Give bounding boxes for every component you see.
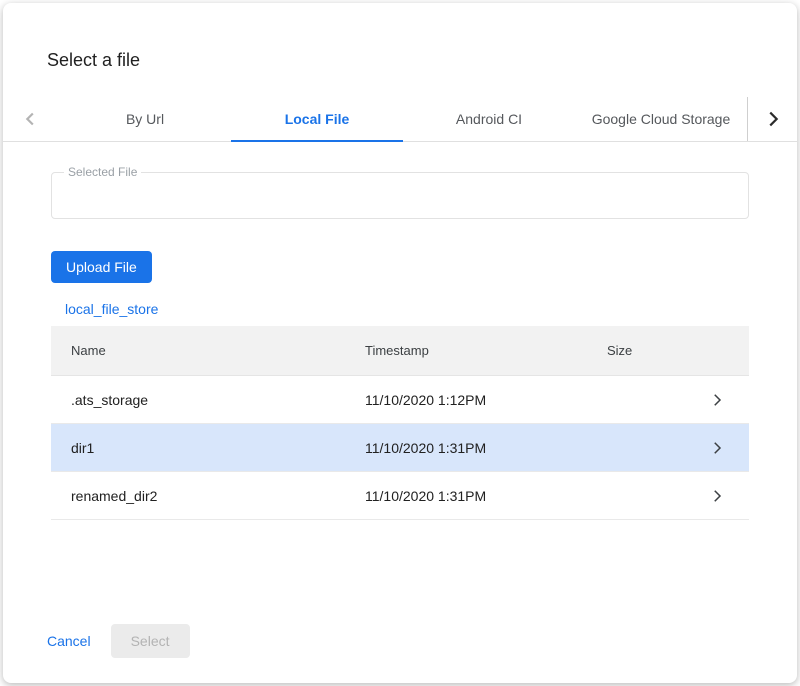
- selected-file-label: Selected File: [64, 165, 141, 179]
- page-title: Select a file: [47, 50, 753, 71]
- chevron-left-icon: [20, 108, 42, 130]
- select-file-dialog: Select a file By Url Local File Android …: [3, 3, 797, 683]
- tab-local-file[interactable]: Local File: [231, 97, 403, 141]
- chevron-right-icon: [762, 108, 784, 130]
- tab-label: Google Cloud Storage: [592, 111, 731, 127]
- column-header-name: Name: [51, 343, 365, 358]
- tab-android-ci[interactable]: Android CI: [403, 97, 575, 141]
- upload-file-button[interactable]: Upload File: [51, 251, 152, 283]
- select-button[interactable]: Select: [111, 624, 190, 658]
- file-timestamp: 11/10/2020 1:31PM: [365, 488, 607, 504]
- tab-google-cloud-storage[interactable]: Google Cloud Storage: [575, 97, 747, 141]
- file-name: renamed_dir2: [51, 488, 365, 504]
- file-name: .ats_storage: [51, 392, 365, 408]
- tabs-scroll-right-button[interactable]: [747, 97, 797, 141]
- table-row-dir1[interactable]: dir1 11/10/2020 1:31PM: [51, 424, 749, 472]
- selected-file-input[interactable]: [52, 173, 748, 218]
- tab-bar: By Url Local File Android CI Google Clou…: [3, 97, 797, 142]
- table-row-ats-storage[interactable]: .ats_storage 11/10/2020 1:12PM: [51, 376, 749, 424]
- selected-file-field: Selected File: [51, 172, 749, 219]
- column-header-size: Size: [607, 343, 685, 358]
- file-table: Name Timestamp Size .ats_storage 11/10/2…: [51, 326, 749, 520]
- tab-label: By Url: [126, 111, 164, 127]
- file-timestamp: 11/10/2020 1:31PM: [365, 440, 607, 456]
- tab-label: Android CI: [456, 111, 522, 127]
- tab-label: Local File: [285, 111, 350, 127]
- chevron-right-icon: [708, 439, 726, 457]
- tab-by-url[interactable]: By Url: [59, 97, 231, 141]
- chevron-right-icon: [708, 391, 726, 409]
- local-file-store-link[interactable]: local_file_store: [65, 301, 158, 317]
- dialog-footer: Cancel Select: [3, 624, 797, 683]
- table-header-row: Name Timestamp Size: [51, 326, 749, 376]
- chevron-right-icon: [708, 487, 726, 505]
- cancel-button[interactable]: Cancel: [47, 633, 91, 649]
- table-row-renamed-dir2[interactable]: renamed_dir2 11/10/2020 1:31PM: [51, 472, 749, 520]
- file-name: dir1: [51, 440, 365, 456]
- file-timestamp: 11/10/2020 1:12PM: [365, 392, 607, 408]
- column-header-timestamp: Timestamp: [365, 343, 607, 358]
- tabs-scroll-left-button[interactable]: [3, 97, 59, 141]
- tab-list: By Url Local File Android CI Google Clou…: [59, 97, 747, 141]
